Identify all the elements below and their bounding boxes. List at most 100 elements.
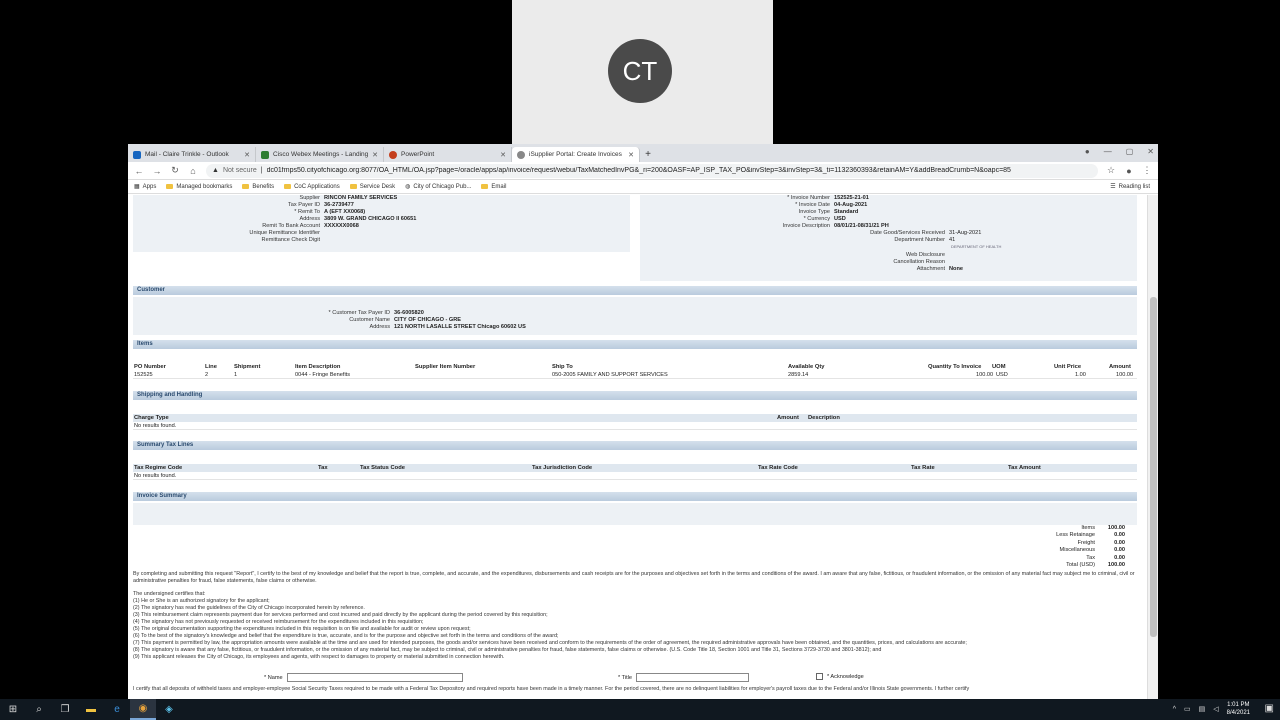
field-department-number: Department Number 41 — [894, 237, 956, 243]
bookmark-managed[interactable]: Managed bookmarks — [166, 184, 232, 190]
start-button[interactable]: ⊞ — [0, 699, 26, 720]
certification-lead: The undersigned certifies that: — [133, 591, 206, 597]
folder-icon — [284, 184, 292, 189]
address-input[interactable]: ▲ Not secure | dc01fmps50.cityofchicago.… — [206, 163, 1098, 178]
warning-icon: ▲ — [212, 167, 219, 174]
chevron-up-icon[interactable]: ^ — [1173, 706, 1176, 713]
title-input[interactable] — [636, 673, 749, 682]
table-row: No results found. — [133, 423, 1137, 430]
folder-icon — [349, 184, 357, 189]
bookmark-coc-apps[interactable]: CoC Applications — [284, 184, 340, 190]
webex-icon — [261, 150, 269, 159]
tab-strip: Mail - Claire Trinkle - Outlook ✕ Cisco … — [128, 144, 1158, 162]
summary-band — [133, 503, 1137, 525]
bookmark-city-pub[interactable]: ◍ City of Chicago Pub... — [405, 183, 471, 191]
network-icon[interactable]: ▭ — [1184, 705, 1191, 713]
powerpoint-icon — [389, 150, 397, 159]
maximize-icon[interactable]: ▢ — [1126, 147, 1134, 156]
close-icon[interactable]: ✕ — [244, 151, 250, 159]
acknowledge-field: * Acknowledge — [816, 673, 864, 680]
close-icon[interactable]: ✕ — [372, 151, 378, 159]
forward-icon[interactable]: → — [152, 166, 162, 176]
certification-footer: I certify that all deposits of withheld … — [133, 686, 970, 692]
page-scrollbar[interactable] — [1147, 195, 1158, 699]
folder-icon — [481, 184, 489, 189]
list-item: (4) The signatory has not previously req… — [133, 619, 424, 625]
edge-icon[interactable]: e — [104, 699, 130, 720]
webex-taskbar-icon[interactable]: ◈ — [156, 699, 182, 720]
page-content: Supplier RINCON FAMILY SERVICES Tax Payer… — [128, 195, 1147, 699]
account-icon[interactable]: ● — [1124, 166, 1134, 176]
webex-participant-tile: CT — [512, 0, 773, 144]
bookmark-benefits[interactable]: Benefits — [242, 184, 274, 190]
list-item: (6) To the best of the signatory's knowl… — [133, 633, 559, 639]
bookmarks-bar: ▦ Apps Managed bookmarks Benefits CoC App… — [128, 180, 1158, 194]
notification-icon[interactable]: ▣ — [1265, 703, 1274, 714]
bookmark-apps[interactable]: ▦ Apps — [134, 183, 156, 191]
close-icon[interactable]: ✕ — [500, 151, 506, 159]
address-bar-row: ← → ↻ ⌂ ▲ Not secure | dc01fmps50.cityof… — [128, 162, 1158, 180]
summary-miscellaneous: Miscellaneous 0.00 — [1059, 547, 1125, 553]
list-item: (3) This reimbursement claim represents … — [133, 612, 548, 618]
field-attachment: Attachment None — [916, 266, 963, 272]
certification-intro: By completing and submitting this reques… — [133, 571, 1135, 584]
customer-header: Customer — [133, 286, 1137, 295]
browser-window: Mail - Claire Trinkle - Outlook ✕ Cisco … — [128, 144, 1158, 699]
table-row: 152525 2 1 0044 - Fringe Benefits 050-20… — [133, 372, 1137, 379]
volume-icon[interactable]: ◁ — [1213, 705, 1218, 713]
tab-powerpoint[interactable]: PowerPoint ✕ — [384, 147, 512, 162]
list-item: (9) This applicant releases the City of … — [133, 654, 505, 660]
list-item: (7) This payment is permitted by law, th… — [133, 640, 967, 646]
display-icon[interactable]: ▤ — [1199, 705, 1206, 713]
file-explorer-icon[interactable]: ▬ — [78, 699, 104, 720]
minimize-icon[interactable]: — — [1104, 147, 1112, 156]
outlook-icon — [133, 150, 141, 159]
tab-webex[interactable]: Cisco Webex Meetings - Landing ✕ — [256, 147, 384, 162]
tax-lines-header: Summary Tax Lines — [133, 441, 1137, 450]
globe-icon: ◍ — [405, 184, 411, 190]
reading-list[interactable]: ☰ Reading list — [1110, 183, 1150, 191]
windows-taskbar: ⊞ ⌕ ❐ ▬ e ◉ ◈ ^ ▭ ▤ ◁ 1:01 PM 8/4/2021 ▣ — [0, 699, 1280, 720]
close-icon[interactable]: ✕ — [628, 151, 634, 159]
tab-outlook[interactable]: Mail - Claire Trinkle - Outlook ✕ — [128, 147, 256, 162]
globe-icon — [517, 150, 525, 159]
summary-total: Total (USD) 100.00 — [1066, 562, 1125, 568]
tax-lines-table-header: Tax Regime Code Tax Tax Status Code Tax … — [133, 464, 1137, 472]
name-input[interactable] — [286, 673, 463, 682]
acknowledge-checkbox[interactable] — [816, 673, 823, 680]
field-check-digit: Remittance Check Digit — [261, 237, 320, 243]
reload-icon[interactable]: ↻ — [170, 165, 180, 176]
close-window-icon[interactable]: ✕ — [1147, 147, 1154, 156]
new-tab-button[interactable]: + — [640, 147, 656, 162]
list-item: (1) He or She is an authorized signatory… — [133, 598, 270, 604]
window-controls: ● — ▢ ✕ — [1085, 147, 1154, 156]
department-name: DEPARTMENT OF HEALTH — [951, 244, 1002, 249]
apps-grid-icon: ▦ — [134, 184, 140, 190]
chrome-icon[interactable]: ◉ — [130, 699, 156, 720]
invoice-summary-header: Invoice Summary — [133, 492, 1137, 501]
system-tray: ^ ▭ ▤ ◁ 1:01 PM 8/4/2021 — [1173, 701, 1250, 717]
shipping-table-header: Charge Type Amount Description — [133, 414, 1137, 422]
reading-list-icon: ☰ — [1110, 184, 1116, 190]
menu-icon[interactable]: ⋮ — [1142, 165, 1152, 176]
home-icon[interactable]: ⌂ — [188, 166, 198, 176]
folder-icon — [242, 184, 250, 189]
list-item: (2) The signatory has read the guideline… — [133, 605, 365, 611]
title-field: * Title — [618, 673, 749, 682]
back-icon[interactable]: ← — [134, 166, 144, 176]
mouse-cursor-icon — [979, 580, 983, 588]
bookmark-service-desk[interactable]: Service Desk — [349, 184, 395, 190]
summary-less-retainage: Less Retainage 0.00 — [1056, 532, 1125, 538]
items-table-header: PO Number Line Shipment Item Description… — [134, 364, 1131, 370]
profile-dot-icon[interactable]: ● — [1085, 147, 1090, 156]
task-view-icon[interactable]: ❐ — [52, 699, 78, 720]
bookmark-email[interactable]: Email — [481, 184, 506, 190]
star-icon[interactable]: ☆ — [1106, 165, 1116, 176]
tab-isupplier[interactable]: iSupplier Portal: Create Invoices ✕ — [512, 147, 640, 162]
search-icon[interactable]: ⌕ — [26, 699, 52, 720]
system-clock[interactable]: 1:01 PM 8/4/2021 — [1227, 701, 1250, 717]
shipping-header: Shipping and Handling — [133, 391, 1137, 400]
scrollbar-thumb[interactable] — [1150, 297, 1157, 637]
certification-list: (1) He or She is an authorized signatory… — [133, 598, 1137, 661]
items-header: Items — [133, 340, 1137, 349]
